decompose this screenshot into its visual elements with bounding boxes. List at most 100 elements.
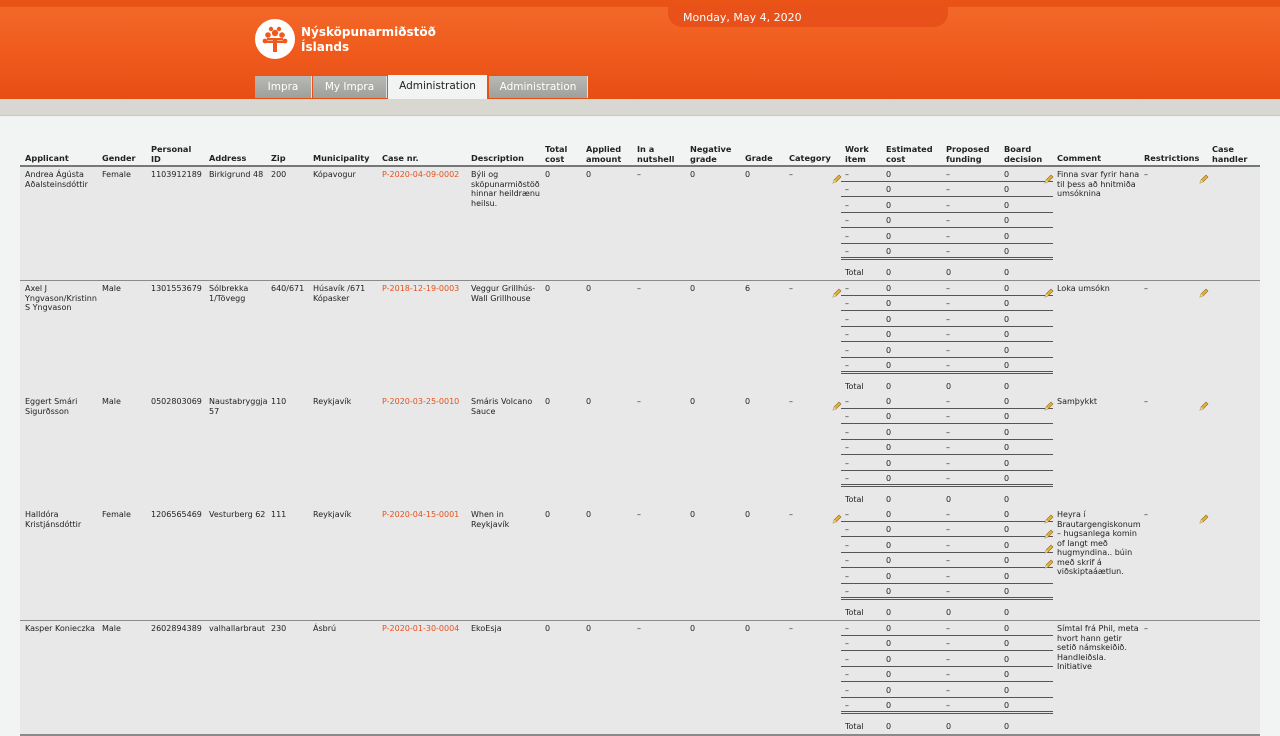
- case-number-link[interactable]: P-2020-04-15-0001: [382, 510, 459, 520]
- proposed-funding: –: [946, 284, 950, 293]
- edit-category-pencil-icon[interactable]: [832, 169, 842, 184]
- col-case-handler[interactable]: Case handler: [1212, 144, 1247, 164]
- proposed-funding: –: [946, 330, 950, 340]
- zip: 230: [271, 624, 287, 633]
- board-decision: 0: [1004, 284, 1010, 293]
- edit-comment-pencil-icon[interactable]: [1044, 509, 1054, 524]
- work-item: –: [845, 701, 849, 710]
- col-applied-amount[interactable]: Applied amount: [586, 144, 621, 164]
- address: Birkigrund 48: [209, 170, 264, 179]
- edit-category-pencil-icon[interactable]: [832, 396, 842, 411]
- col-estimated-cost[interactable]: Estimated cost: [886, 144, 933, 164]
- case-number-link[interactable]: P-2018-12-19-0003: [382, 284, 459, 294]
- total-proposed-funding: 0: [946, 722, 952, 731]
- edit-comment-pencil-icon[interactable]: [1044, 396, 1054, 411]
- total-estimated-cost: 0: [886, 722, 892, 731]
- estimated-cost: 0: [886, 216, 892, 226]
- tab-administration-active[interactable]: Administration: [388, 75, 487, 100]
- work-item-divider: [841, 325, 1053, 327]
- proposed-funding: –: [946, 685, 950, 695]
- estimated-cost: 0: [886, 639, 892, 649]
- estimated-cost: 0: [886, 185, 892, 195]
- edit-case-handler-pencil-icon[interactable]: [1199, 283, 1209, 298]
- case-number-link[interactable]: P-2020-01-30-0004: [382, 624, 459, 634]
- work-item: –: [845, 624, 849, 633]
- comment: Finna svar fyrir hana til þess að hnitmið…: [1057, 170, 1140, 198]
- edit-comment-pencil-icon[interactable]: [1044, 283, 1054, 298]
- proposed-funding: –: [946, 216, 950, 226]
- col-comment[interactable]: Comment: [1057, 153, 1101, 164]
- board-decision: 0: [1004, 216, 1010, 226]
- total-estimated-cost: 0: [886, 382, 892, 391]
- applicant-name: Andrea Ágústa Aðalsteinsdóttir: [25, 170, 88, 189]
- work-item-divider: [841, 295, 1053, 296]
- case-number-link[interactable]: P-2020-03-25-0010: [382, 397, 459, 407]
- work-item-divider: [841, 696, 1053, 698]
- work-item: –: [845, 443, 849, 453]
- gender: Male: [102, 624, 121, 633]
- col-total-cost[interactable]: Total cost: [545, 144, 567, 164]
- col-applicant[interactable]: Applicant: [25, 153, 69, 164]
- edit-comment-pencil-icon[interactable]: [1044, 169, 1054, 184]
- edit-case-handler-pencil-icon[interactable]: [1199, 396, 1209, 411]
- total-proposed-funding: 0: [946, 268, 952, 277]
- personal-id: 2602894389: [151, 624, 202, 633]
- estimated-cost: 0: [886, 654, 892, 664]
- col-zip[interactable]: Zip: [271, 153, 286, 164]
- work-item: –: [845, 185, 849, 195]
- col-gender[interactable]: Gender: [102, 153, 136, 164]
- category: –: [789, 510, 793, 519]
- estimated-cost: 0: [886, 231, 892, 241]
- board-decision: 0: [1004, 247, 1010, 256]
- col-address[interactable]: Address: [209, 153, 246, 164]
- edit-category-pencil-icon[interactable]: [832, 283, 842, 298]
- col-case-nr[interactable]: Case nr.: [382, 153, 419, 164]
- col-negative-grade[interactable]: Negative grade: [690, 144, 731, 164]
- col-board-decision[interactable]: Board decision: [1004, 144, 1042, 164]
- personal-id: 1206565469: [151, 510, 202, 519]
- work-item-divider: [841, 242, 1053, 244]
- tab-my-impra[interactable]: My Impra: [313, 76, 387, 98]
- work-item: –: [845, 314, 849, 324]
- edit-case-handler-pencil-icon[interactable]: [1199, 509, 1209, 524]
- estimated-cost: 0: [886, 330, 892, 340]
- col-category[interactable]: Category: [789, 153, 831, 164]
- col-description[interactable]: Description: [471, 153, 524, 164]
- edit-case-handler-pencil-icon[interactable]: [1199, 169, 1209, 184]
- work-item: –: [845, 474, 849, 483]
- col-municipality[interactable]: Municipality: [313, 153, 370, 164]
- proposed-funding: –: [946, 639, 950, 649]
- work-item-total-divider: [841, 597, 1053, 601]
- proposed-funding: –: [946, 540, 950, 550]
- edit-comment-pencil-icon[interactable]: [1044, 524, 1054, 539]
- work-item: –: [845, 540, 849, 550]
- work-item: –: [845, 510, 849, 519]
- edit-category-pencil-icon[interactable]: [832, 509, 842, 524]
- logo-icon[interactable]: [255, 19, 295, 59]
- edit-comment-pencil-icon[interactable]: [1044, 554, 1054, 569]
- edit-comment-pencil-icon[interactable]: [1044, 539, 1054, 554]
- in-a-nutshell: –: [637, 510, 641, 519]
- col-restrictions[interactable]: Restrictions: [1144, 153, 1199, 164]
- in-a-nutshell: –: [637, 170, 641, 179]
- col-grade[interactable]: Grade: [745, 153, 773, 164]
- col-proposed-funding[interactable]: Proposed funding: [946, 144, 989, 164]
- category: –: [789, 284, 793, 293]
- col-personal-id[interactable]: Personal ID: [151, 144, 191, 164]
- total-label: Total: [845, 608, 864, 617]
- estimated-cost: 0: [886, 458, 892, 468]
- tab-impra[interactable]: Impra: [255, 76, 312, 98]
- board-decision: 0: [1004, 345, 1010, 355]
- estimated-cost: 0: [886, 510, 892, 519]
- total-board-decision: 0: [1004, 382, 1010, 391]
- applied-amount: 0: [586, 170, 592, 179]
- case-number-link[interactable]: P-2020-04-09-0002: [382, 170, 459, 180]
- col-in-a-nutshell[interactable]: In a nutshell: [637, 144, 674, 164]
- header-date: Monday, May 4, 2020: [683, 11, 802, 24]
- proposed-funding: –: [946, 443, 950, 453]
- estimated-cost: 0: [886, 299, 892, 309]
- tab-administration[interactable]: Administration: [489, 76, 588, 98]
- board-decision: 0: [1004, 299, 1010, 309]
- work-item: –: [845, 170, 849, 179]
- col-work-item[interactable]: Work item: [845, 144, 869, 164]
